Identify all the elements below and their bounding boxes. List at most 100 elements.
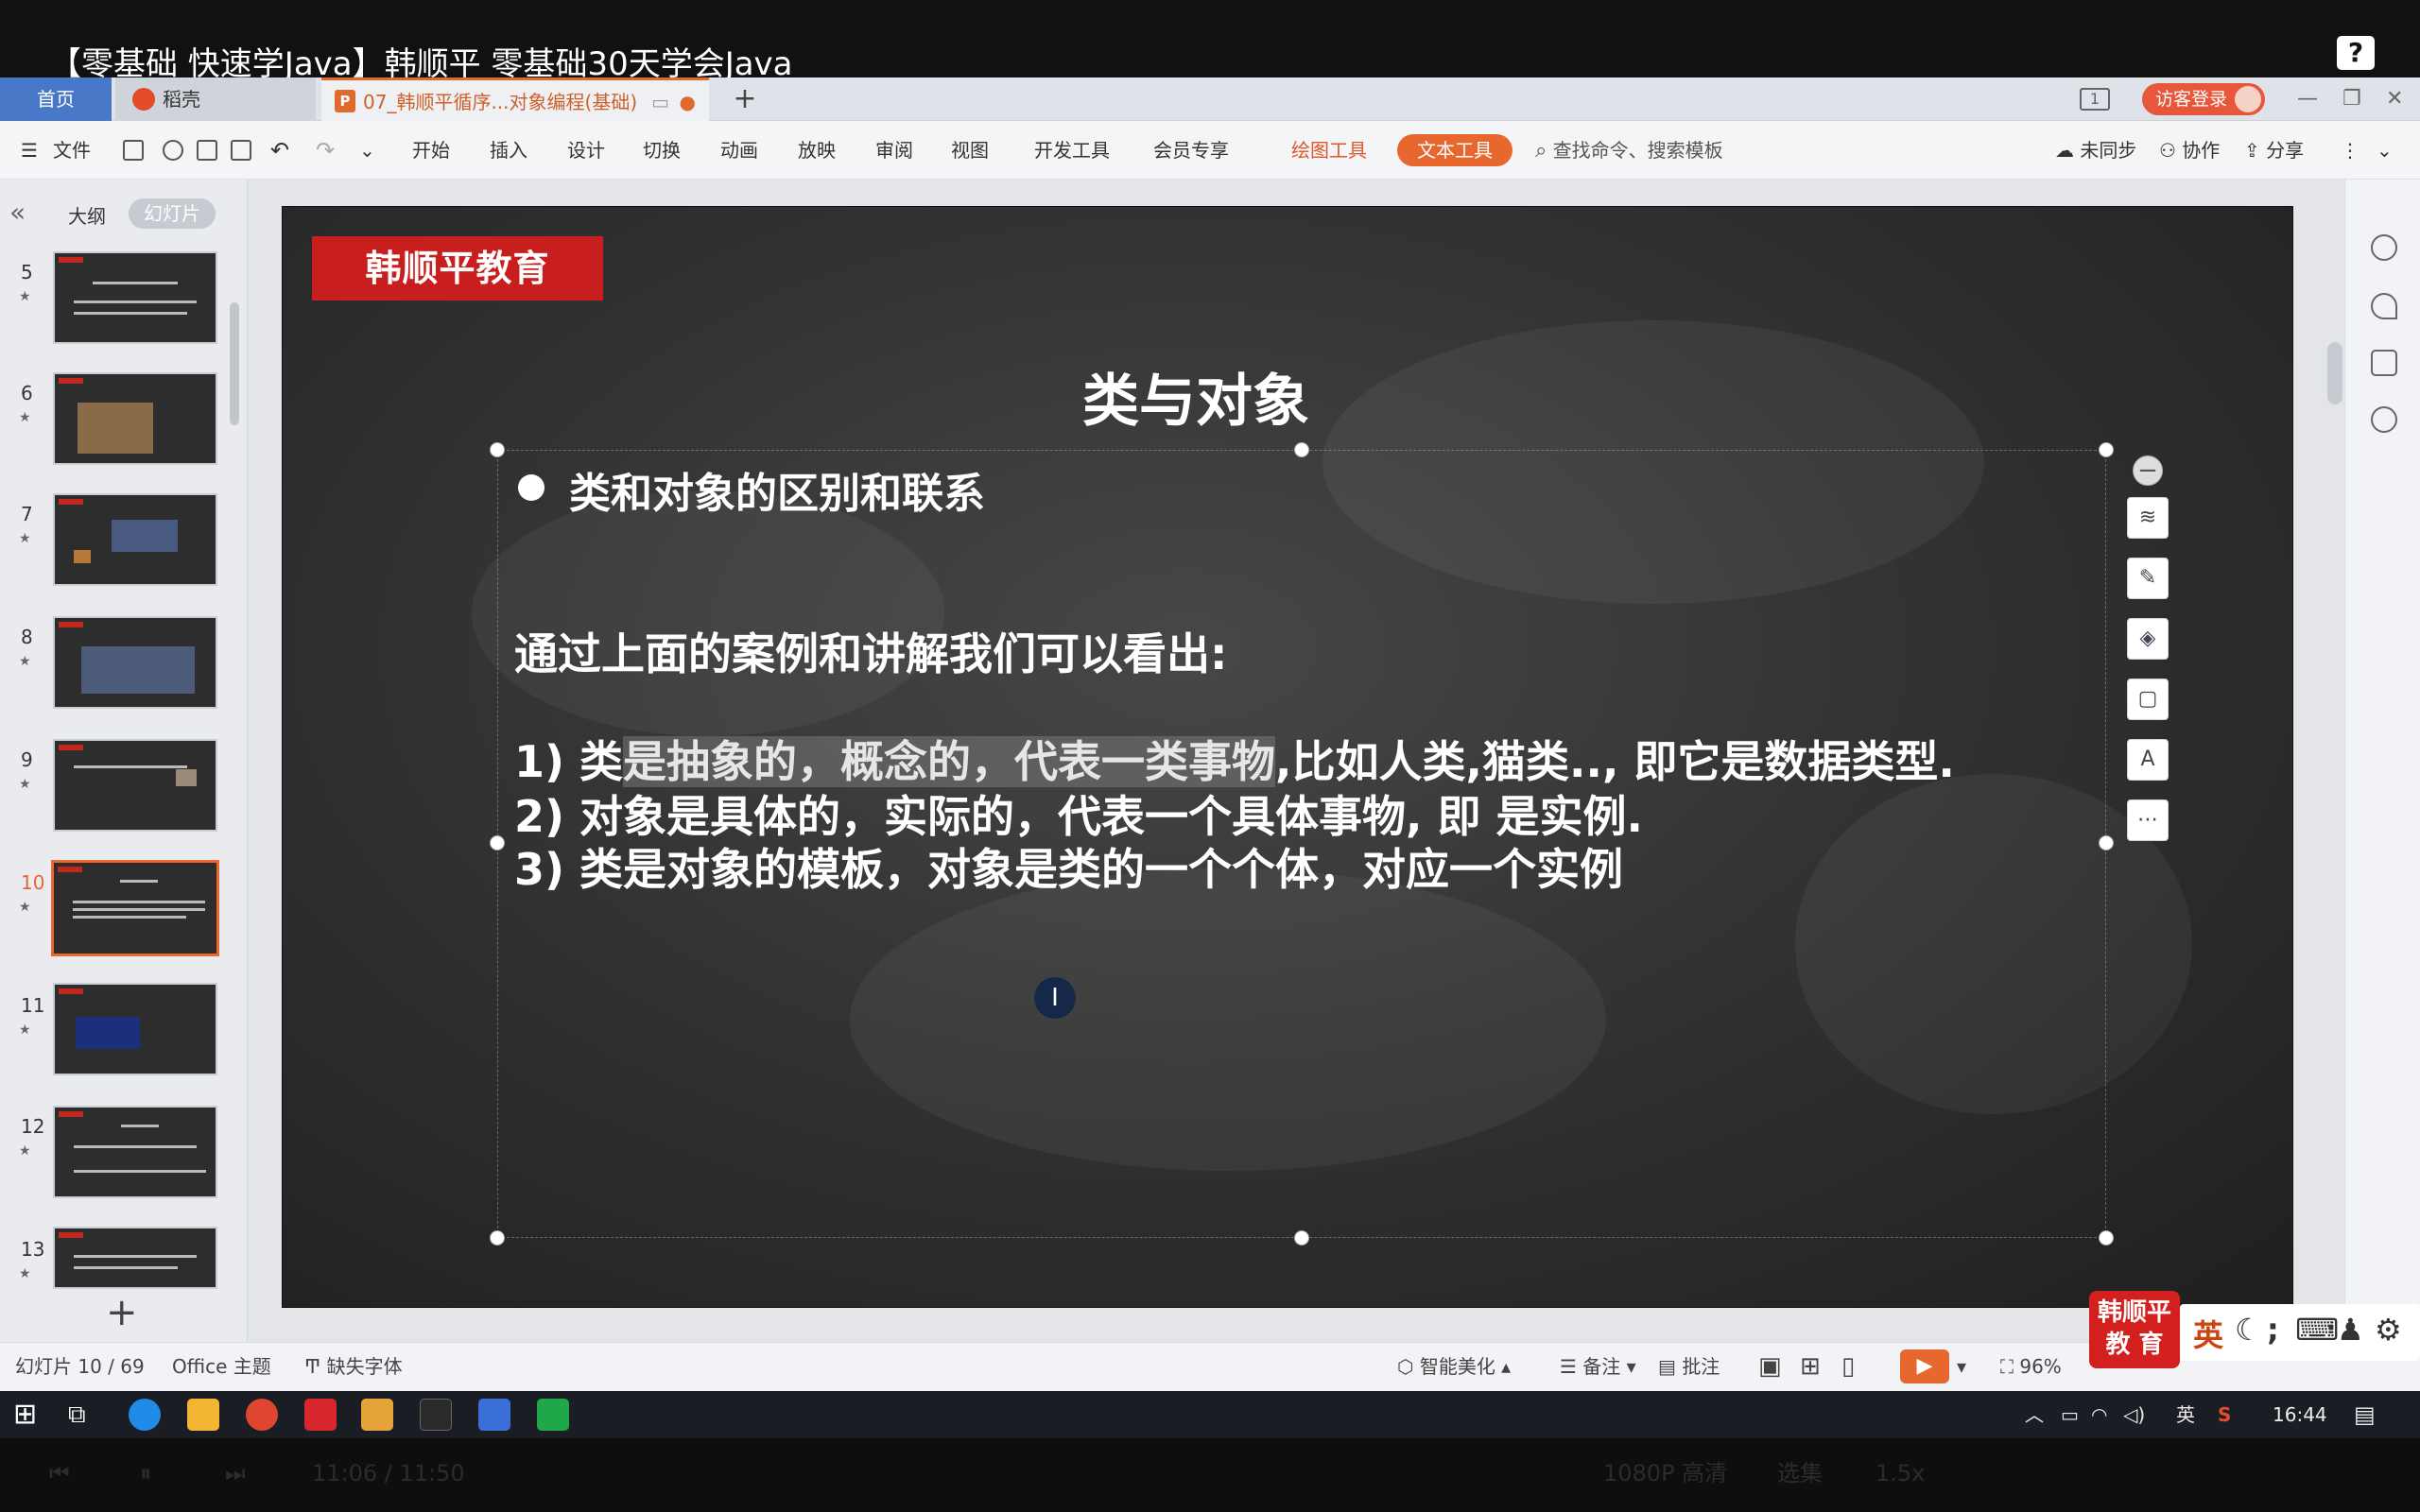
- maximize-button[interactable]: ❐: [2342, 77, 2361, 121]
- ime-language[interactable]: 英: [2193, 1312, 2223, 1355]
- resize-handle[interactable]: [490, 442, 505, 457]
- help-icon[interactable]: ?: [2337, 36, 2375, 70]
- play-slideshow-button[interactable]: ▶: [1900, 1349, 1949, 1383]
- punctuation-icon[interactable]: ;: [2267, 1312, 2279, 1348]
- notes-button[interactable]: ☰ 备注 ▾: [1560, 1342, 1636, 1391]
- close-button[interactable]: ✕: [2386, 77, 2403, 121]
- ribbon-tab-transition[interactable]: 切换: [643, 121, 681, 180]
- point-line-3[interactable]: 3) 类是对象的模板，对象是类的一个个体，对应一个实例: [514, 835, 1623, 898]
- battery-icon[interactable]: ▭: [2061, 1391, 2079, 1438]
- ribbon-tab-design[interactable]: 设计: [567, 121, 605, 180]
- ribbon-tab-drawing-tools[interactable]: 绘图工具: [1291, 121, 1367, 180]
- fill-bucket-icon[interactable]: ◈: [2127, 618, 2169, 660]
- ribbon-tab-review[interactable]: 审阅: [875, 121, 913, 180]
- slide-thumbnail[interactable]: [53, 1106, 217, 1198]
- quick-access-dropdown-icon[interactable]: ⌄: [359, 121, 375, 180]
- intro-line[interactable]: 通过上面的案例和讲解我们可以看出:: [514, 620, 1227, 682]
- slide-thumbnail[interactable]: [53, 372, 217, 465]
- resize-handle[interactable]: [2099, 835, 2114, 850]
- thumbnail-scrollbar[interactable]: [230, 302, 239, 425]
- ribbon-tab-member[interactable]: 会员专享: [1153, 121, 1229, 180]
- ribbon-tab-slideshow[interactable]: 放映: [798, 121, 836, 180]
- star-icon[interactable]: [2371, 293, 2397, 319]
- pen-icon[interactable]: ✎: [2127, 558, 2169, 599]
- more-options-icon[interactable]: ⋯: [2127, 799, 2169, 841]
- terminal-icon[interactable]: [420, 1399, 452, 1431]
- print-preview-icon[interactable]: [231, 140, 251, 161]
- text-style-icon[interactable]: A: [2127, 739, 2169, 781]
- sync-status[interactable]: ☁ 未同步: [2055, 121, 2136, 180]
- slide-thumbnail[interactable]: [53, 983, 217, 1075]
- format-painter-icon[interactable]: [163, 140, 183, 161]
- undo-icon[interactable]: ↶: [270, 121, 289, 180]
- slide-thumbnail[interactable]: [53, 739, 217, 832]
- slide-thumbnail[interactable]: [53, 616, 217, 709]
- ribbon-tab-animation[interactable]: 动画: [720, 121, 758, 180]
- windows-start-icon[interactable]: ⊞: [13, 1399, 45, 1431]
- chrome-browser-icon[interactable]: [246, 1399, 278, 1431]
- missing-font-button[interactable]: Ͳ 缺失字体: [304, 1342, 403, 1391]
- ribbon-tab-text-tools[interactable]: 文本工具: [1397, 134, 1512, 166]
- volume-icon[interactable]: ◁): [2123, 1391, 2145, 1438]
- menu-icon[interactable]: ☰: [21, 121, 38, 180]
- slide-thumbnail[interactable]: [53, 251, 217, 344]
- task-view-icon[interactable]: ⧉: [68, 1399, 100, 1431]
- window-count-icon[interactable]: 1: [2080, 77, 2110, 121]
- moon-icon[interactable]: ☾: [2235, 1312, 2262, 1348]
- speed-button[interactable]: 1.5x: [1876, 1436, 1925, 1510]
- search-input[interactable]: 查找命令、搜索模板: [1553, 139, 1723, 162]
- point-line-1[interactable]: 1) 类是抽象的，概念的，代表一类事物,比如人类,猫类.., 即它是数据类型.: [514, 728, 1955, 790]
- frame-icon[interactable]: ▢: [2127, 679, 2169, 720]
- resize-handle[interactable]: [2099, 1230, 2114, 1246]
- smart-beautify-button[interactable]: ⬡ 智能美化 ▴: [1397, 1342, 1511, 1391]
- wifi-icon[interactable]: ◠: [2091, 1391, 2107, 1438]
- ribbon-tab-insert[interactable]: 插入: [490, 121, 527, 180]
- pause-icon[interactable]: ⏸: [140, 1436, 151, 1510]
- tab-daoke[interactable]: 稻壳: [115, 77, 316, 121]
- more-icon[interactable]: ⋮: [2341, 121, 2360, 180]
- notification-icon[interactable]: ▤: [2354, 1391, 2376, 1438]
- collab-button[interactable]: ⚇ 协作: [2159, 121, 2220, 180]
- resize-handle[interactable]: [490, 1230, 505, 1246]
- slideshow-icon[interactable]: [2371, 350, 2397, 376]
- xmind-icon[interactable]: [304, 1399, 337, 1431]
- file-explorer-icon[interactable]: [187, 1399, 219, 1431]
- tab-home[interactable]: 首页: [0, 77, 112, 121]
- tab-outline[interactable]: 大纲: [68, 201, 106, 229]
- clock[interactable]: 16:44: [2273, 1391, 2327, 1438]
- edge-browser-icon[interactable]: [129, 1399, 161, 1431]
- comments-button[interactable]: ▤ 批注: [1658, 1342, 1720, 1391]
- wps-icon[interactable]: [478, 1399, 510, 1431]
- sogou-ime-icon[interactable]: S: [2218, 1391, 2231, 1438]
- adjust-icon[interactable]: [2371, 234, 2397, 261]
- file-menu[interactable]: 文件: [53, 121, 91, 180]
- sorter-view-icon[interactable]: ⊞: [1800, 1342, 1821, 1391]
- redo-icon[interactable]: ↷: [316, 121, 335, 180]
- help-circle-icon[interactable]: [2371, 406, 2397, 433]
- quality-button[interactable]: 1080P 高清: [1603, 1436, 1727, 1510]
- resize-handle[interactable]: [1294, 1230, 1309, 1246]
- command-search[interactable]: ⌕ 查找命令、搜索模板: [1535, 121, 1723, 180]
- prev-icon[interactable]: ⏮: [49, 1436, 70, 1510]
- reading-view-icon[interactable]: ▯: [1841, 1342, 1855, 1391]
- play-options-dropdown-icon[interactable]: ▾: [1957, 1342, 1966, 1391]
- save-icon[interactable]: [123, 140, 144, 161]
- tab-document[interactable]: P 07_韩顺平循序...对象编程(基础) ▭ ●: [321, 77, 709, 121]
- slide-title[interactable]: 类与对象: [1021, 355, 1371, 438]
- canvas-scrollbar[interactable]: [2327, 342, 2342, 404]
- slide-thumbnail-active[interactable]: [51, 860, 219, 956]
- slide-thumbnail[interactable]: [53, 1227, 217, 1289]
- resize-handle[interactable]: [1294, 442, 1309, 457]
- skin-icon[interactable]: ♟: [2337, 1312, 2364, 1348]
- slide-thumbnail[interactable]: [53, 493, 217, 586]
- keyboard-icon[interactable]: ⌨: [2295, 1312, 2339, 1348]
- next-icon[interactable]: ⏭: [225, 1436, 246, 1510]
- bullet-heading[interactable]: 类和对象的区别和联系: [569, 459, 985, 520]
- new-tab-button[interactable]: +: [726, 77, 764, 121]
- minimize-button[interactable]: —: [2297, 77, 2318, 121]
- resize-handle[interactable]: [490, 835, 505, 850]
- print-icon[interactable]: [197, 140, 217, 161]
- ribbon-tab-start[interactable]: 开始: [412, 121, 450, 180]
- fit-window-button[interactable]: ⛶ 96%: [2000, 1342, 2062, 1391]
- theme-name[interactable]: Office 主题: [172, 1342, 271, 1391]
